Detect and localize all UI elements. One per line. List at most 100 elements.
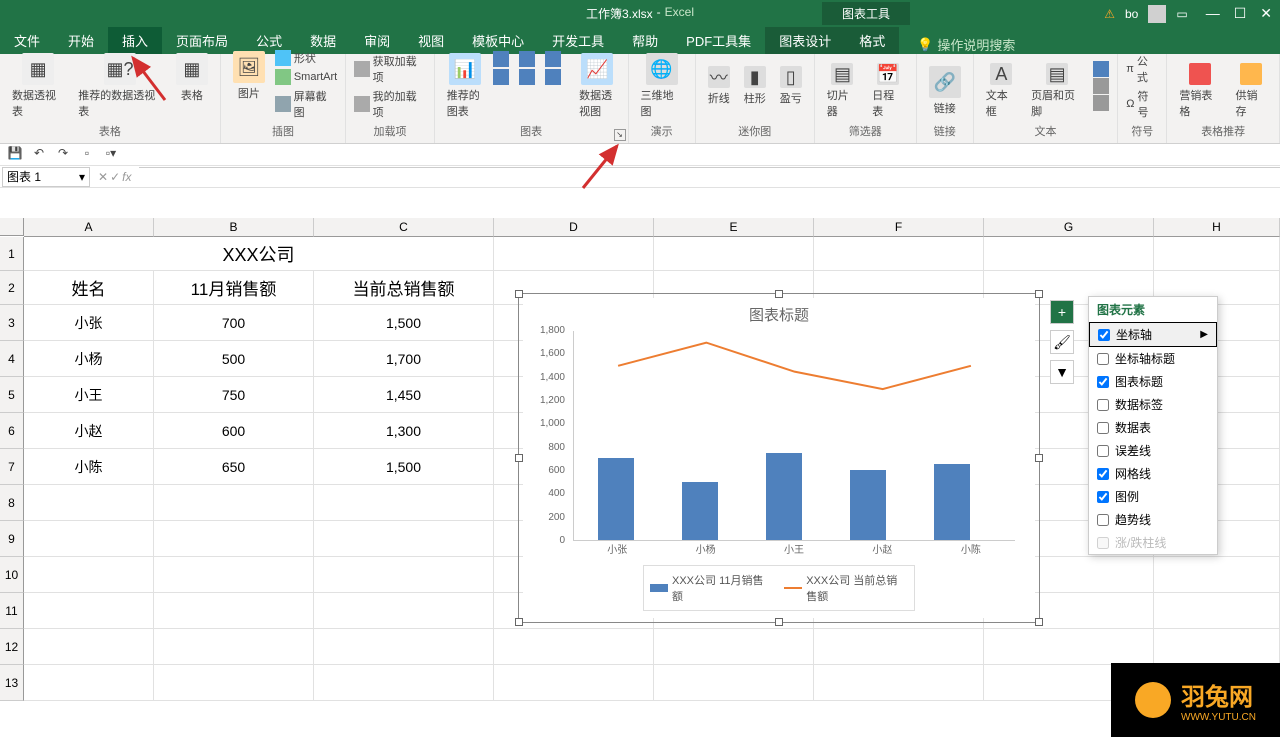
object-icon[interactable] [1093, 95, 1109, 111]
cell[interactable] [1154, 557, 1280, 593]
checkbox[interactable] [1098, 329, 1110, 341]
name-box[interactable]: 图表 1▾ [2, 167, 90, 187]
bar[interactable] [682, 482, 718, 540]
row-header[interactable]: 10 [0, 557, 24, 593]
pivot-table-button[interactable]: ▦数据透视表 [8, 51, 68, 121]
checkbox[interactable] [1097, 353, 1109, 365]
chart-element-option[interactable]: 图表标题 [1089, 370, 1217, 393]
avatar[interactable] [1148, 5, 1166, 23]
checkbox[interactable] [1097, 468, 1109, 480]
timeline-button[interactable]: 📅日程表 [868, 61, 908, 121]
cell[interactable] [314, 593, 494, 629]
chart-type-icon[interactable] [545, 51, 561, 67]
chart-element-option[interactable]: 图例 [1089, 485, 1217, 508]
resize-handle[interactable] [1035, 618, 1043, 626]
textbox-button[interactable]: A文本框 [982, 61, 1021, 121]
maximize-button[interactable]: ☐ [1234, 5, 1247, 22]
chart-element-option[interactable]: 坐标轴▶ [1089, 322, 1217, 347]
cell[interactable] [314, 629, 494, 665]
chart-element-option[interactable]: 坐标轴标题 [1089, 347, 1217, 370]
select-all-corner[interactable] [0, 218, 24, 236]
column-header[interactable]: H [1154, 218, 1280, 237]
cell[interactable] [24, 593, 154, 629]
chart-type-icon[interactable] [493, 69, 509, 85]
resize-handle[interactable] [775, 618, 783, 626]
cell[interactable] [154, 593, 314, 629]
row-header[interactable]: 3 [0, 305, 24, 341]
shapes-button[interactable]: 形状 [275, 49, 337, 67]
column-header[interactable]: E [654, 218, 814, 237]
cell[interactable]: 700 [154, 305, 314, 341]
checkbox[interactable] [1097, 376, 1109, 388]
tab-format[interactable]: 格式 [845, 27, 899, 54]
cell[interactable]: 小赵 [24, 413, 154, 449]
row-header[interactable]: 8 [0, 485, 24, 521]
checkbox[interactable] [1097, 399, 1109, 411]
qat-dropdown[interactable]: ▫▾ [102, 146, 120, 164]
wordart-icon[interactable] [1093, 61, 1109, 77]
minimize-button[interactable]: — [1206, 5, 1220, 22]
resize-handle[interactable] [1035, 454, 1043, 462]
header-footer-button[interactable]: ▤页眉和页脚 [1027, 61, 1087, 121]
qat-button[interactable]: ▫ [78, 146, 96, 164]
column-header[interactable]: G [984, 218, 1154, 237]
cell[interactable] [494, 237, 654, 271]
chart-plot-area[interactable]: 02004006008001,0001,2001,4001,6001,800 小… [573, 331, 1015, 561]
cell[interactable]: 姓名 [24, 271, 154, 305]
enter-icon[interactable]: ✓ [110, 170, 120, 184]
cell[interactable] [984, 237, 1154, 271]
sparkline-winloss-button[interactable]: ▯盈亏 [776, 64, 806, 108]
cell[interactable] [154, 557, 314, 593]
table-button[interactable]: ▦表格 [172, 51, 212, 105]
formula-bar[interactable] [139, 167, 1280, 187]
cell[interactable] [314, 557, 494, 593]
cell[interactable]: 1,300 [314, 413, 494, 449]
cell[interactable]: XXX公司 [24, 237, 494, 271]
cell[interactable]: 小陈 [24, 449, 154, 485]
equation-button[interactable]: π公式 [1126, 52, 1158, 86]
cell[interactable] [314, 521, 494, 557]
picture-button[interactable]: 🖼图片 [229, 49, 269, 103]
cell[interactable] [24, 629, 154, 665]
cell[interactable] [154, 521, 314, 557]
column-header[interactable]: A [24, 218, 154, 237]
cell[interactable] [24, 485, 154, 521]
cell[interactable] [154, 485, 314, 521]
cell[interactable] [814, 237, 984, 271]
sparkline-line-button[interactable]: 〰折线 [704, 64, 734, 108]
close-button[interactable]: ✕ [1260, 5, 1272, 22]
column-header[interactable]: C [314, 218, 494, 237]
cell[interactable] [314, 665, 494, 701]
chart-type-icon[interactable] [493, 51, 509, 67]
checkbox[interactable] [1097, 491, 1109, 503]
charts-dialog-launcher[interactable]: ↘ [614, 129, 626, 141]
resize-handle[interactable] [515, 454, 523, 462]
my-addins-button[interactable]: 我的加载项 [354, 87, 425, 121]
cell[interactable] [984, 629, 1154, 665]
resize-handle[interactable] [1035, 290, 1043, 298]
chart-element-option[interactable]: 趋势线 [1089, 508, 1217, 531]
checkbox[interactable] [1097, 445, 1109, 457]
bar[interactable] [598, 458, 634, 540]
row-header[interactable]: 9 [0, 521, 24, 557]
resize-handle[interactable] [515, 290, 523, 298]
chart-element-option[interactable]: 数据表 [1089, 416, 1217, 439]
screenshot-button[interactable]: 屏幕截图 [275, 87, 337, 121]
cell[interactable] [814, 629, 984, 665]
cell[interactable] [154, 629, 314, 665]
checkbox[interactable] [1097, 514, 1109, 526]
resize-handle[interactable] [775, 290, 783, 298]
cell[interactable] [1154, 629, 1280, 665]
cell[interactable]: 650 [154, 449, 314, 485]
tab-chart-design[interactable]: 图表设计 [765, 27, 845, 54]
dropdown-icon[interactable]: ▾ [79, 170, 85, 184]
column-header[interactable]: D [494, 218, 654, 237]
cancel-icon[interactable]: ✕ [98, 170, 108, 184]
recommended-pivot-button[interactable]: ▦?推荐的数据透视表 [74, 51, 166, 121]
get-addins-button[interactable]: 获取加载项 [354, 52, 425, 86]
tell-me-search[interactable]: 💡 操作说明搜索 [917, 35, 1015, 54]
bar[interactable] [766, 453, 802, 541]
cell[interactable] [654, 629, 814, 665]
cell[interactable]: 500 [154, 341, 314, 377]
chart-styles-button[interactable]: 🖌 [1050, 330, 1074, 354]
